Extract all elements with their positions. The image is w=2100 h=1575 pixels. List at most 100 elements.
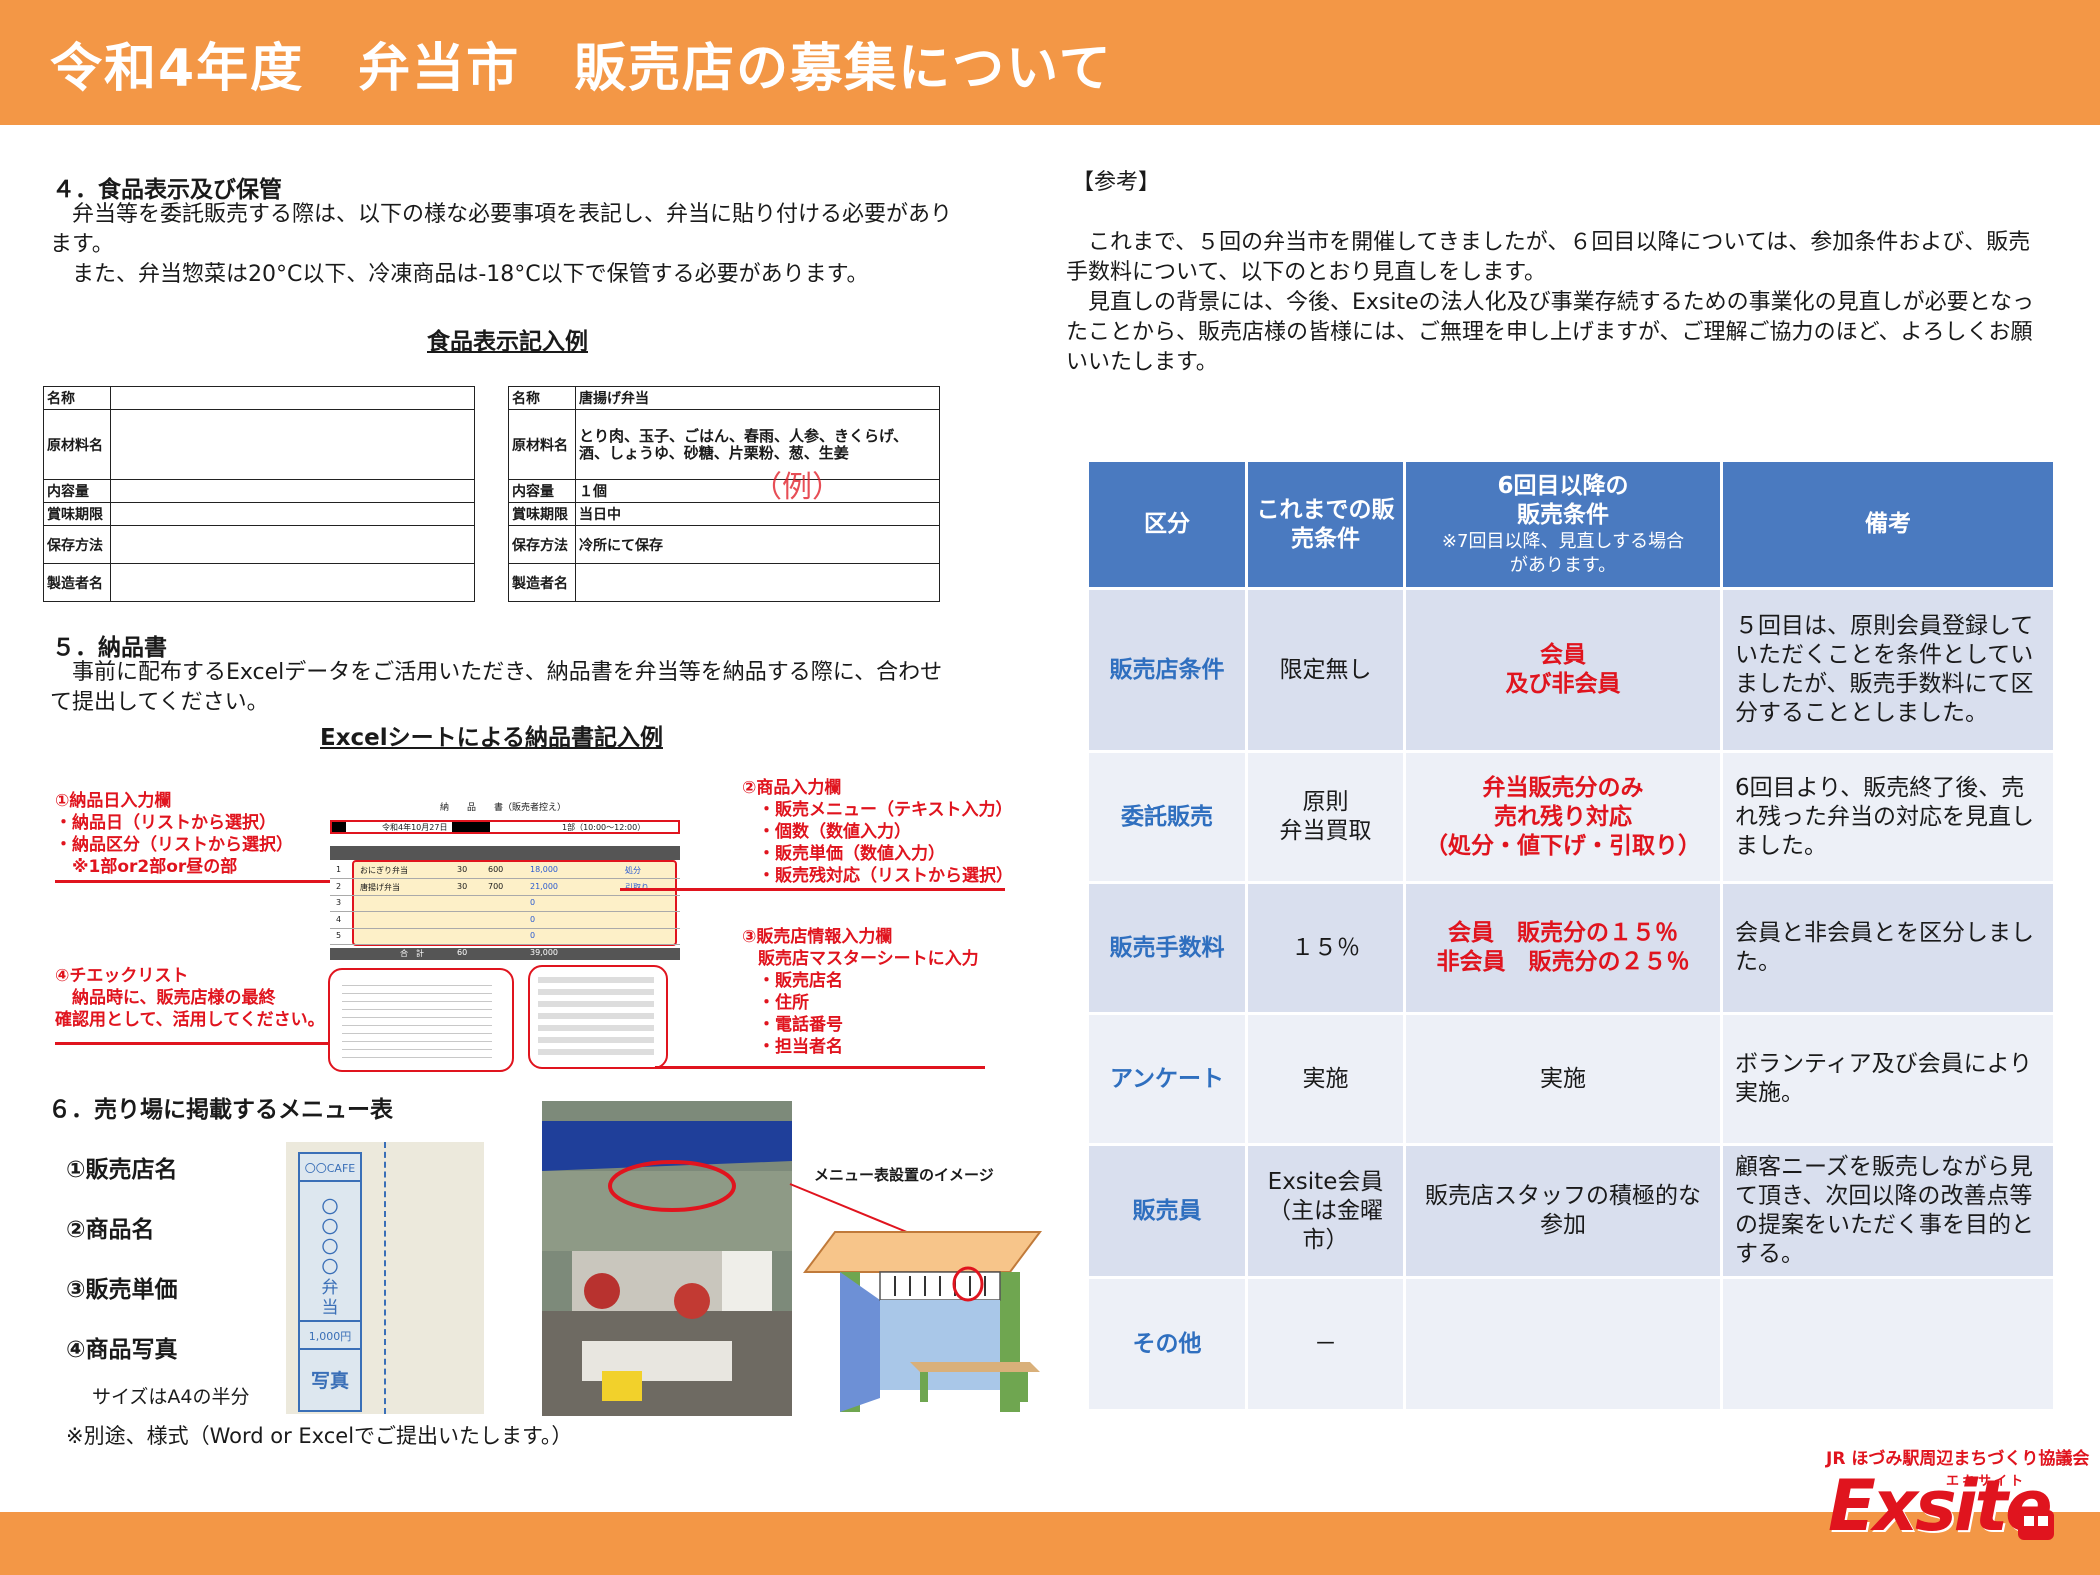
connector-line-3	[655, 1066, 985, 1069]
note-shop-info: ③販売店情報入力欄 販売店マスターシートに入力 ・販売店名 ・住所 ・電話番号 …	[742, 926, 979, 1058]
example-stamp: （例）	[752, 470, 842, 505]
cell-after: 会員 販売分の１５％ 非会員 販売分の２５％	[1406, 884, 1720, 1012]
train-window	[2024, 1516, 2034, 1526]
cell-before: １５％	[1248, 884, 1403, 1012]
table-row: アンケート 実施 実施 ボランティア及び会員により実施。	[1089, 1015, 2053, 1143]
note-line: ・販売残対応（リストから選択）	[758, 866, 1013, 886]
menu-card-strip: 〇〇CAFE 〇〇〇〇弁当 1,000円 写真	[298, 1152, 362, 1412]
note-product-input: ②商品入力欄 ・販売メニュー（テキスト入力） ・個数（数値入力） ・販売単価（数…	[742, 777, 1013, 887]
note-line: ・販売単価（数値入力）	[758, 844, 945, 864]
label-value: 唐揚げ弁当	[575, 386, 940, 410]
cell-note	[1723, 1279, 2053, 1409]
note-line: 納品時に、販売店様の最終	[55, 988, 276, 1008]
cell-note: 6回目より、販売終了後、売れ残った弁当の対応を見直しました。	[1723, 753, 2053, 881]
sheet-cell-no: 1	[336, 865, 342, 874]
shop-info-box	[528, 965, 668, 1069]
section4-line1: 弁当等を委託販売する際は、以下の様な必要事項を表記し、弁当に貼り付ける必要があり…	[50, 202, 953, 257]
label-key: 保存方法	[43, 525, 111, 564]
sheet-date: 令和4年10月27日	[382, 823, 448, 832]
sheet-cell-amount: 0	[530, 931, 536, 940]
note-line: ②商品入力欄	[742, 778, 842, 798]
sheet-item-row: 2 唐揚げ弁当 30 700 21,000 引取り	[330, 879, 680, 896]
note-line: ・納品区分（リストから選択）	[55, 835, 293, 855]
note-line: ・担当者名	[758, 1037, 843, 1057]
section6-heading: ６．売り場に掲載するメニュー表	[48, 1097, 393, 1123]
slot-label-cell	[452, 822, 490, 832]
header-category: 区分	[1089, 462, 1245, 587]
cell-after: 弁当販売分のみ 売れ残り対応 （処分・値下げ・引取り）	[1406, 753, 1720, 881]
header-before: これまでの販売条件	[1248, 462, 1403, 587]
header-bar: 令和4年度 弁当市 販売店の募集について	[0, 0, 2100, 125]
section4-heading: ４．食品表示及び保管	[52, 177, 282, 203]
sheet-cell-amount: 18,000	[530, 865, 558, 874]
reference-paragraph-1: これまで、５回の弁当市を開催してきましたが、６回目以降については、参加条件および…	[1066, 230, 2031, 285]
cell-cat: 委託販売	[1089, 753, 1245, 881]
cell-before: Exsite会員 （主は金曜市）	[1248, 1146, 1403, 1276]
excel-sheet-mockup: 納 品 書（販売者控え） 令和4年10月27日 1部（10:00～12:00） …	[330, 800, 680, 962]
cell-cat: 販売員	[1089, 1146, 1245, 1276]
note-line: ・販売メニュー（テキスト入力）	[758, 800, 1013, 820]
card-product: 〇〇〇〇弁当	[321, 1198, 339, 1318]
sheet-cell-amount: 21,000	[530, 881, 558, 891]
menu-card-sample: 〇〇CAFE 〇〇〇〇弁当 1,000円 写真	[286, 1142, 484, 1414]
exsite-logo: Exsite エキサイト	[1828, 1462, 2064, 1566]
note-line: 確認用として、活用してください。	[55, 1010, 325, 1030]
note-line: ・個数（数値入力）	[758, 822, 911, 842]
cell-note: ５回目は、原則会員登録していただくことを条件としていましたが、販売手数料にて区分…	[1723, 590, 2053, 750]
note-line: ※1部or2部or昼の部	[55, 857, 238, 877]
sheet-total-row: 合 計 60 39,000	[330, 948, 680, 960]
table-header-row: 区分 これまでの販売条件 6回目以降の販売条件 ※7回目以降、見直しする場合があ…	[1089, 462, 2053, 587]
cell-after: 会員 及び非会員	[1406, 590, 1720, 750]
note-line: ・販売店名	[758, 971, 843, 991]
shop-info-lines	[538, 977, 654, 1057]
reference-heading: 【参考】	[1072, 170, 1161, 195]
format-footnote: ※別途、様式（Word or Excelでご提出いたします。）	[66, 1424, 573, 1448]
header-after-sub: ※7回目以降、見直しする場合があります。	[1441, 530, 1685, 576]
cell-before: 実施	[1248, 1015, 1403, 1143]
page-title: 令和4年度 弁当市 販売店の募集について	[50, 39, 1113, 99]
sheet-cell-amount: 0	[530, 898, 536, 907]
cell-cat: その他	[1089, 1279, 1245, 1409]
blank-food-label: 名称 原材料名 内容量 賞味期限 保存方法 製造者名	[43, 386, 475, 602]
note-line: ・電話番号	[758, 1015, 843, 1035]
size-note: サイズはA4の半分	[92, 1386, 250, 1408]
note-checklist: ④チエックリスト 納品時に、販売店様の最終 確認用として、活用してください。	[55, 965, 325, 1031]
menu-item-price: ③販売単価	[66, 1277, 178, 1303]
excel-example-title: Excelシートによる納品書記入例	[320, 725, 663, 751]
card-divider	[300, 1348, 360, 1350]
table-row: その他－	[1089, 1279, 2053, 1409]
sheet-cell-qty: 30	[457, 865, 468, 874]
cell-before: 原則 弁当買取	[1248, 753, 1403, 881]
date-label-cell	[332, 822, 346, 832]
logo-kana: エキサイト	[1946, 1474, 2027, 1489]
note-line: ・住所	[758, 993, 809, 1013]
cell-after	[1406, 1279, 1720, 1409]
label-key: 製造者名	[508, 563, 576, 602]
table-row: 販売店条件 限定無し 会員 及び非会員 ５回目は、原則会員登録していただくことを条件と…	[1089, 590, 2053, 750]
card-divider	[300, 1180, 360, 1182]
food-label-example-title: 食品表示記入例	[427, 329, 588, 355]
sheet-cell-no: 3	[336, 898, 342, 907]
sales-conditions-table: 区分 これまでの販売条件 6回目以降の販売条件 ※7回目以降、見直しする場合があ…	[1086, 459, 2056, 1412]
sheet-cell-no: 5	[336, 931, 342, 940]
checklist-box	[328, 968, 514, 1072]
card-photo: 写真	[310, 1370, 349, 1392]
sheet-cell-item: 唐揚げ弁当	[360, 882, 400, 892]
cell-note: 会員と非会員とを区分しました。	[1723, 884, 2053, 1012]
menu-item-photo: ④商品写真	[66, 1337, 178, 1363]
section5-text: 事前に配布するExcelデータをご活用いただき、納品書を弁当等を納品する際に、合…	[50, 660, 943, 715]
sheet-item-row: 40	[330, 912, 680, 929]
sheet-item-row: 30	[330, 895, 680, 912]
checklist-lines	[342, 978, 492, 1058]
cell-cat: 販売店条件	[1089, 590, 1245, 750]
label-key: 内容量	[508, 479, 576, 503]
sheet-cell-amount: 0	[530, 914, 536, 924]
card-divider	[300, 1320, 360, 1322]
note-line: ①納品日入力欄	[55, 791, 172, 811]
connector-line-4	[55, 1042, 328, 1045]
filled-food-label: 名称 唐揚げ弁当 原材料名 とり肉、玉子、ごはん、春雨、人参、きくらげ、酒、しょうゆ…	[508, 386, 940, 602]
label-key: 賞味期限	[43, 502, 111, 526]
label-key: 名称	[43, 386, 111, 410]
table-row: 委託販売 原則 弁当買取 弁当販売分のみ 売れ残り対応 （処分・値下げ・引取り） 6回…	[1089, 753, 2053, 881]
booth-illustration	[789, 1183, 1042, 1412]
